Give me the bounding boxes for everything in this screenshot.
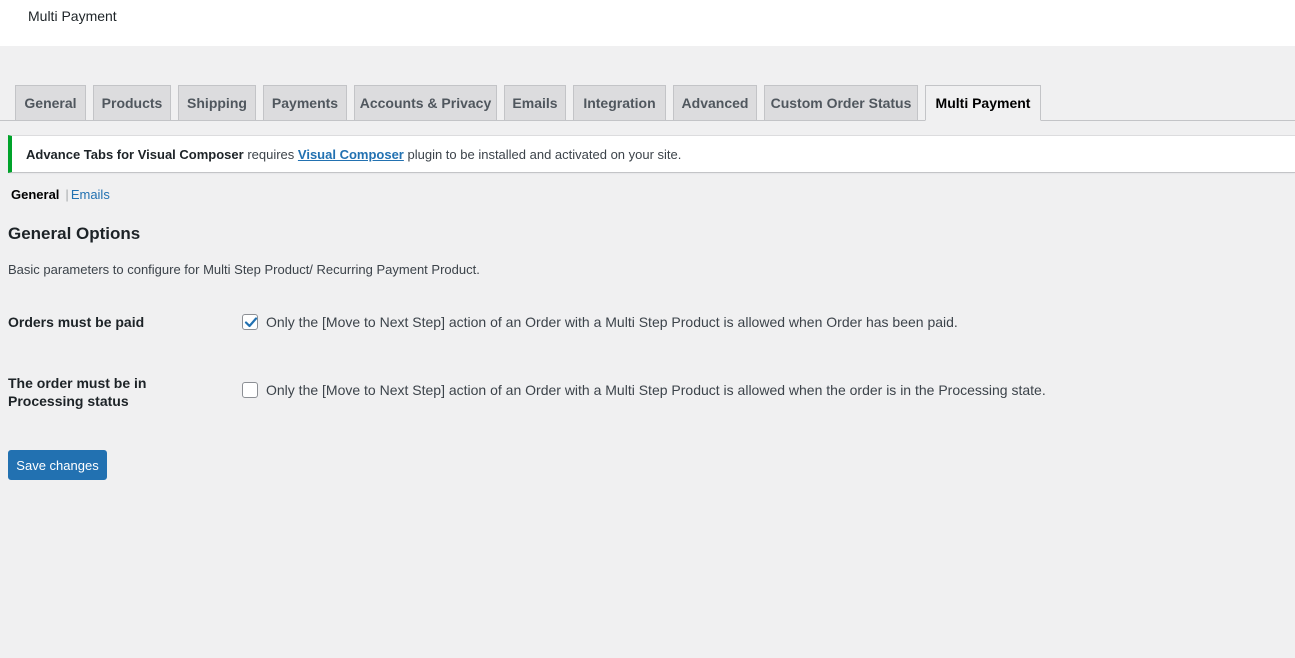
orders-paid-checkbox[interactable] [242, 314, 258, 330]
save-changes-button[interactable]: Save changes [8, 450, 107, 480]
tab-emails[interactable]: Emails [504, 85, 566, 120]
subnav-separator: | [65, 187, 69, 202]
tab-products[interactable]: Products [93, 85, 171, 120]
subnav-emails-link[interactable]: Emails [71, 187, 110, 202]
tab-custom-order-status[interactable]: Custom Order Status [764, 85, 918, 120]
notice-text-after: plugin to be installed and activated on … [403, 147, 682, 162]
checkmark-icon [244, 317, 258, 328]
page-title: Multi Payment [28, 8, 117, 24]
tab-advanced[interactable]: Advanced [673, 85, 757, 120]
tab-general[interactable]: General [15, 85, 86, 120]
processing-status-label-line2: Processing status [8, 393, 129, 409]
top-header-bar: Multi Payment [0, 0, 1295, 46]
tab-payments[interactable]: Payments [263, 85, 347, 120]
tab-shipping[interactable]: Shipping [178, 85, 256, 120]
section-subnav: General | Emails [11, 187, 110, 202]
subnav-general[interactable]: General [11, 187, 59, 202]
processing-status-label: The order must be in Processing status [8, 374, 188, 410]
orders-paid-label: Orders must be paid [8, 314, 145, 330]
section-description: Basic parameters to configure for Multi … [8, 262, 480, 277]
processing-status-description: Only the [Move to Next Step] action of a… [266, 382, 1046, 398]
orders-paid-description: Only the [Move to Next Step] action of a… [266, 314, 958, 330]
processing-status-checkbox[interactable] [242, 382, 258, 398]
notice-visual-composer-link[interactable]: Visual Composer [298, 147, 404, 162]
plugin-notice: Advance Tabs for Visual Composer require… [8, 135, 1295, 173]
processing-status-label-line1: The order must be in [8, 375, 147, 391]
tab-multi-payment[interactable]: Multi Payment [925, 85, 1041, 121]
settings-tabs: General Products Shipping Payments Accou… [0, 85, 1295, 121]
tab-integration[interactable]: Integration [573, 85, 666, 120]
section-title: General Options [8, 224, 141, 243]
notice-plugin-name: Advance Tabs for Visual Composer [26, 147, 244, 162]
notice-text-before: requires [243, 147, 298, 162]
tab-accounts-privacy[interactable]: Accounts & Privacy [354, 85, 497, 120]
